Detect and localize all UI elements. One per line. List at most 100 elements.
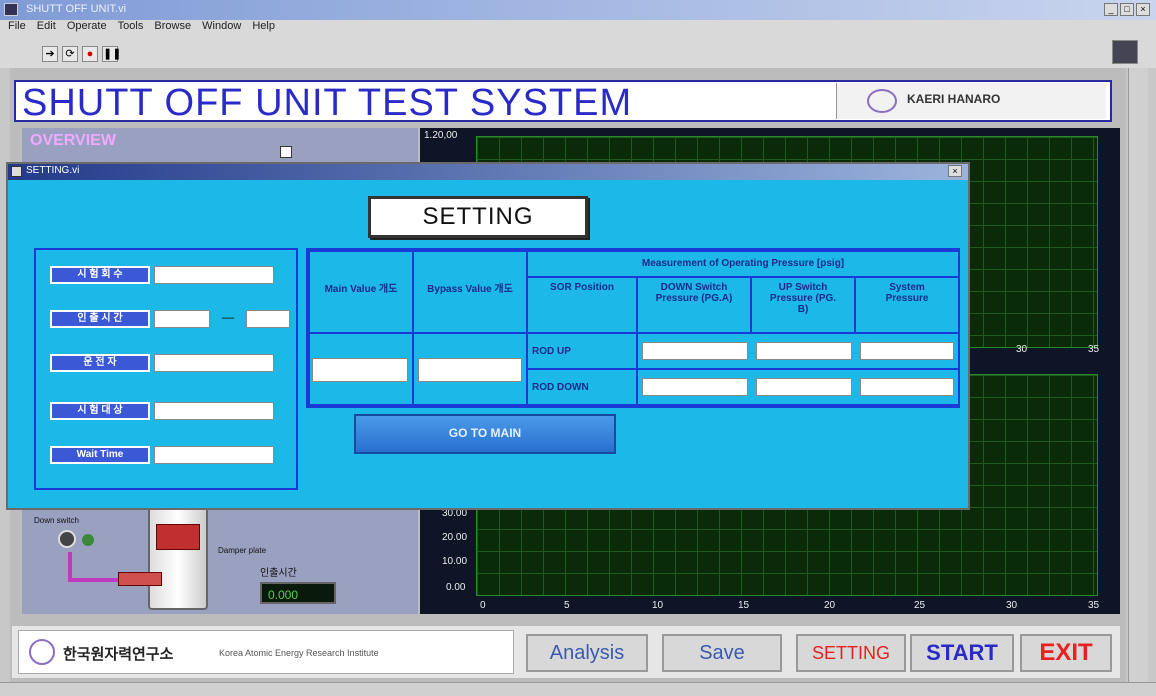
row-rod-down: ROD DOWN (526, 368, 638, 406)
col-down-switch: DOWN Switch Pressure (PG.A) (636, 276, 752, 334)
rod-graphic (118, 572, 162, 586)
dialog-app-icon (11, 166, 22, 177)
run-continuous-icon[interactable]: ⟳ (62, 46, 78, 62)
col-sor-position-label: SOR Position (550, 282, 614, 293)
y-tick-label: 1.20,00 (424, 130, 458, 141)
y-tick-label: 10.00 (442, 556, 468, 567)
x-tick-label: 5 (564, 600, 570, 611)
pipe-graphic (68, 578, 118, 582)
dialog-close-icon[interactable]: × (948, 165, 962, 177)
menu-edit[interactable]: Edit (37, 20, 56, 32)
withdraw-time-input-end[interactable] (246, 310, 290, 328)
org-name-english: Korea Atomic Energy Research Institute (219, 648, 379, 658)
horizontal-scrollbar[interactable] (0, 682, 1156, 696)
wait-time-label: Wait Time (50, 446, 150, 464)
test-target-input[interactable] (154, 402, 274, 420)
down-switch-label: Down switch (34, 516, 79, 525)
test-count-input[interactable] (154, 266, 274, 284)
toolbar (0, 38, 1156, 68)
menu-browse[interactable]: Browse (154, 20, 191, 32)
start-button[interactable]: START (910, 634, 1014, 672)
bypass-value-input[interactable] (418, 358, 522, 382)
rod-up-up-switch-input[interactable] (756, 342, 852, 360)
pause-icon[interactable]: ❚❚ (102, 46, 121, 62)
rod-down-system-pressure-input[interactable] (860, 378, 954, 396)
save-button[interactable]: Save (662, 634, 782, 672)
page-title: SHUTT OFF UNIT TEST SYSTEM (22, 82, 633, 124)
measurement-group-header: Measurement of Operating Pressure [psig] (526, 250, 960, 278)
x-tick-label: 35 (1088, 344, 1100, 355)
test-count-label: 시 험 회 수 (50, 266, 150, 284)
rod-up-down-switch-input[interactable] (642, 342, 748, 360)
row-rod-up: ROD UP (526, 332, 638, 370)
x-tick-label: 20 (824, 600, 836, 611)
menu-file[interactable]: File (8, 20, 26, 32)
rod-down-down-switch-input[interactable] (642, 378, 748, 396)
col-bypass-value-label: Bypass Value 개도 (427, 284, 513, 295)
kaeri-logo: KAERI HANARO (836, 83, 1106, 119)
atom-icon (867, 89, 897, 113)
operator-input[interactable] (154, 354, 274, 372)
maximize-icon[interactable]: □ (1120, 3, 1134, 16)
col-main-value-label: Main Value 개도 (324, 284, 398, 295)
org-name-korean: 한국원자력연구소 (63, 646, 174, 663)
test-target-label: 시 험 대 상 (50, 402, 150, 420)
pressure-table: Main Value 개도 Bypass Value 개도 Measuremen… (306, 248, 960, 408)
col-bypass-value: Bypass Value 개도 (412, 250, 528, 334)
abort-icon[interactable]: ● (82, 46, 98, 62)
col-sor-position: SOR Position (526, 276, 638, 334)
main-value-input[interactable] (312, 358, 408, 382)
dialog-title: SETTING.vi (26, 165, 80, 176)
app-icon (4, 3, 18, 16)
vertical-scrollbar[interactable] (1128, 68, 1148, 688)
col-down-switch-label: DOWN Switch Pressure (PG.A) (655, 282, 733, 304)
damper-plate-label: Damper plate (218, 546, 267, 555)
window-titlebar: SHUTT OFF UNIT.vi _ □ × (0, 0, 1156, 20)
col-up-switch-label: UP Switch Pressure (PG. B) (769, 282, 837, 315)
x-tick-label: 25 (914, 600, 926, 611)
atom-icon (29, 639, 55, 665)
rod-up-system-pressure-input[interactable] (860, 342, 954, 360)
row-rod-up-label: ROD UP (532, 346, 571, 357)
vi-icon (1112, 40, 1138, 64)
y-tick-label: 0.00 (446, 582, 466, 593)
measurement-group-header-label: Measurement of Operating Pressure [psig] (641, 258, 845, 269)
menubar: File Edit Operate Tools Browse Window He… (0, 20, 1156, 38)
led-indicator (82, 534, 94, 546)
withdraw-time-display: 0.000 (260, 582, 336, 604)
row-rod-down-label: ROD DOWN (532, 382, 589, 393)
col-up-switch: UP Switch Pressure (PG. B) (750, 276, 856, 334)
range-dash: — (222, 310, 234, 324)
x-tick-label: 10 (652, 600, 664, 611)
setting-heading: SETTING (368, 196, 588, 238)
y-tick-label: 20.00 (442, 532, 468, 543)
operator-label: 운 전 자 (50, 354, 150, 372)
col-main-value: Main Value 개도 (308, 250, 414, 334)
x-tick-label: 30 (1016, 344, 1028, 355)
go-to-main-button[interactable]: GO TO MAIN (354, 414, 616, 454)
exit-button[interactable]: EXIT (1020, 634, 1112, 672)
damper-plate-graphic (156, 524, 200, 550)
logo-text: KAERI HANARO (907, 92, 1001, 106)
setting-dialog: SETTING.vi × SETTING 시 험 회 수 인 출 시 간 — 운… (6, 162, 970, 510)
overview-checkbox[interactable] (280, 146, 292, 158)
close-icon[interactable]: × (1136, 3, 1150, 16)
withdraw-time-label: 인 출 시 간 (50, 310, 150, 328)
wait-time-input[interactable] (154, 446, 274, 464)
menu-help[interactable]: Help (252, 20, 275, 32)
minimize-icon[interactable]: _ (1104, 3, 1118, 16)
analysis-button[interactable]: Analysis (526, 634, 648, 672)
run-arrow-icon[interactable]: ➔ (42, 46, 58, 62)
menu-window[interactable]: Window (202, 20, 241, 32)
col-system-pressure-label: System Pressure (885, 282, 929, 304)
withdraw-time-input-start[interactable] (154, 310, 210, 328)
x-tick-label: 0 (480, 600, 486, 611)
setting-button[interactable]: SETTING (796, 634, 906, 672)
x-tick-label: 15 (738, 600, 750, 611)
rod-down-up-switch-input[interactable] (756, 378, 852, 396)
menu-tools[interactable]: Tools (118, 20, 144, 32)
cylinder-graphic (148, 502, 208, 610)
kaeri-footer-logo: 한국원자력연구소 Korea Atomic Energy Research In… (18, 630, 514, 674)
withdraw-time-label: 인출시간 (260, 568, 297, 579)
menu-operate[interactable]: Operate (67, 20, 107, 32)
